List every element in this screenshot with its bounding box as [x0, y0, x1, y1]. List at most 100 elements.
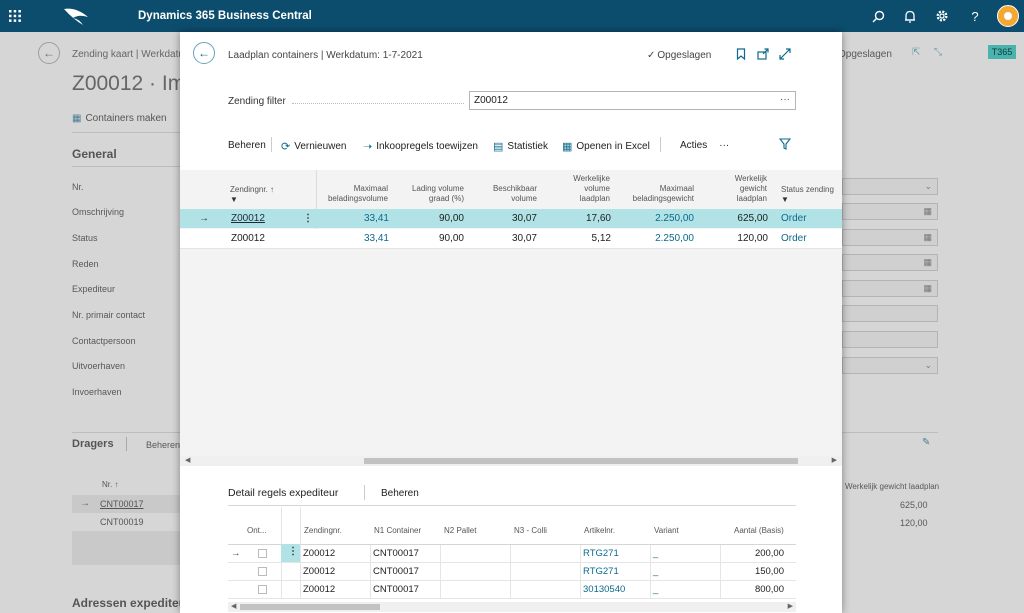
werkelijk-gewicht-cell: 625,00 [737, 213, 768, 224]
more-icon[interactable]: ··· [780, 94, 790, 105]
detail-n1-cell[interactable]: CNT00017 [373, 545, 419, 563]
bg-field[interactable]: ⌄ [842, 178, 938, 195]
table-row[interactable]: Z00012 33,41 90,00 30,07 5,12 2.250,00 1… [180, 229, 842, 248]
chart-icon: ▤ [493, 141, 504, 153]
search-icon[interactable] [866, 0, 890, 32]
checkbox[interactable] [258, 567, 267, 576]
checkbox[interactable] [258, 585, 267, 594]
detail-n1-cell[interactable]: CNT00017 [373, 563, 419, 581]
bg-field[interactable]: ▦ [842, 203, 938, 220]
gear-icon[interactable] [930, 0, 954, 32]
detail-aantal-cell[interactable]: 150,00 [722, 563, 784, 581]
drager-nr[interactable]: CNT00017 [100, 499, 144, 509]
detail-column-n3[interactable]: N3 - Colli [514, 526, 547, 535]
zendingnr-cell[interactable]: Z00012 [231, 209, 265, 228]
open-new-window-icon[interactable] [757, 48, 769, 63]
divider [660, 137, 661, 152]
zending-filter-input[interactable]: Z00012 ··· [469, 91, 796, 110]
column-beschikbaar[interactable]: Beschikbaar volume [480, 184, 537, 204]
detail-beheren-action[interactable]: Beheren [381, 488, 419, 499]
detail-artikel-cell[interactable]: RTG271 [583, 563, 619, 581]
calendar-icon: ▦ [923, 206, 932, 216]
scroll-left-icon[interactable]: ◀ [231, 602, 236, 610]
column-werkelijk-gewicht[interactable]: Werkelijk gewicht laadplan [725, 174, 767, 204]
filter-icon: ▼ [781, 195, 789, 204]
column-max-volume[interactable]: Maximaal beladingsvolume [320, 184, 388, 204]
field-label: Expediteur [72, 284, 116, 294]
acties-action[interactable]: Acties ··· [680, 140, 729, 151]
scroll-right-icon[interactable]: ▶ [788, 602, 793, 610]
calendar-icon: ▦ [923, 283, 932, 293]
detail-artikel-cell[interactable]: RTG271 [583, 545, 619, 563]
zendingnr-cell[interactable]: Z00012 [231, 229, 265, 248]
refresh-icon: ⟳ [281, 141, 291, 153]
detail-aantal-cell[interactable]: 800,00 [722, 581, 784, 599]
avatar[interactable] [996, 0, 1020, 32]
detail-zending-cell[interactable]: Z00012 [303, 545, 335, 563]
filter-icon[interactable] [778, 138, 792, 153]
expand-icon[interactable] [779, 48, 791, 63]
horizontal-scrollbar[interactable]: ◀ ▶ [180, 456, 842, 466]
bg-field[interactable] [842, 305, 938, 322]
detail-aantal-cell[interactable]: 200,00 [722, 545, 784, 563]
detail-artikel-cell[interactable]: 30130540 [583, 581, 625, 599]
scrollbar-thumb[interactable] [364, 458, 798, 464]
bg-scroll-area [72, 531, 180, 565]
detail-zending-cell[interactable]: Z00012 [303, 563, 335, 581]
chevron-down-icon: ⌄ [924, 181, 932, 191]
bg-field[interactable]: ⌄ [842, 357, 938, 374]
scroll-right-icon[interactable]: ▶ [832, 456, 837, 464]
table-row[interactable]: → Z00012 ⋮ 33,41 90,00 30,07 17,60 2.250… [180, 209, 842, 228]
scroll-left-icon[interactable]: ◀ [185, 456, 190, 464]
bookmark-icon[interactable] [736, 48, 746, 63]
detail-horizontal-scrollbar[interactable]: ◀ ▶ [228, 602, 796, 612]
detail-column-n1[interactable]: N1 Container [374, 526, 421, 535]
detail-column-zendingnr[interactable]: Zendingnr. [304, 526, 342, 535]
containers-maken-action[interactable]: ▦ Containers maken [72, 113, 167, 124]
table-row[interactable]: CNT00019 [72, 513, 180, 531]
bg-field[interactable]: ▦ [842, 280, 938, 297]
row-menu-icon[interactable]: ⋮ [303, 209, 313, 228]
beheren-action[interactable]: Beheren [228, 140, 266, 151]
detail-column-artikelnr[interactable]: Artikelnr. [584, 526, 615, 535]
modal-back-arrow-icon[interactable]: ← [193, 42, 215, 64]
bg-field[interactable]: ▦ [842, 229, 938, 246]
waffle-icon[interactable] [0, 0, 30, 32]
detail-column-n2[interactable]: N2 Pallet [444, 526, 476, 535]
detail-column-ont[interactable]: Ont... [247, 526, 267, 535]
table-row[interactable]: → CNT00017 [72, 495, 180, 513]
scrollbar-thumb[interactable] [240, 604, 380, 610]
dragers-column-nr[interactable]: Nr. ↑ [102, 480, 118, 489]
bell-icon[interactable] [898, 0, 922, 32]
detail-title: Detail regels expediteur [228, 487, 339, 499]
column-werkelijke-volume[interactable]: Werkelijke volume laadplan [565, 174, 610, 204]
detail-zending-cell[interactable]: Z00012 [303, 581, 335, 599]
arrow-right-icon: ➝ [363, 141, 373, 153]
detail-column-aantal[interactable]: Aantal (Basis) [734, 526, 784, 535]
dragers-beheren[interactable]: Beheren [146, 440, 180, 450]
detail-column-variant[interactable]: Variant [654, 526, 679, 535]
statistiek-action[interactable]: ▤ Statistiek [493, 140, 548, 153]
column-status[interactable]: Status zending ▼ [781, 185, 834, 205]
vernieuwen-action[interactable]: ⟳ Vernieuwen [281, 140, 346, 153]
column-max-gewicht[interactable]: Maximaal beladingsgewicht [620, 184, 694, 204]
detail-row-menu[interactable]: ⋮ [281, 544, 300, 562]
collapse-icon[interactable]: ⤡ [934, 47, 942, 58]
column-graad[interactable]: Lading volume graad (%) [400, 184, 464, 204]
excel-action[interactable]: ▦ Openen in Excel [562, 140, 650, 153]
bg-field[interactable] [842, 331, 938, 348]
max-gewicht-cell: 2.250,00 [655, 233, 694, 244]
detail-n1-cell[interactable]: CNT00017 [373, 581, 419, 599]
bg-field[interactable]: ▦ [842, 254, 938, 271]
edit-list-icon[interactable]: ✎ [922, 437, 930, 448]
back-arrow-icon[interactable]: ← [38, 42, 60, 64]
column-zendingnr[interactable]: Zendingnr. ↑ ▼ [230, 185, 274, 205]
help-icon[interactable]: ? [963, 0, 987, 32]
detail-variant-cell[interactable]: _ [653, 545, 658, 563]
checkbox[interactable] [258, 549, 267, 558]
open-new-window-icon[interactable]: ⇱ [912, 47, 920, 58]
drager-nr[interactable]: CNT00019 [100, 517, 144, 527]
detail-variant-cell[interactable]: _ [653, 581, 658, 599]
inkoopregels-action[interactable]: ➝ Inkoopregels toewijzen [363, 140, 478, 153]
detail-variant-cell[interactable]: _ [653, 563, 658, 581]
